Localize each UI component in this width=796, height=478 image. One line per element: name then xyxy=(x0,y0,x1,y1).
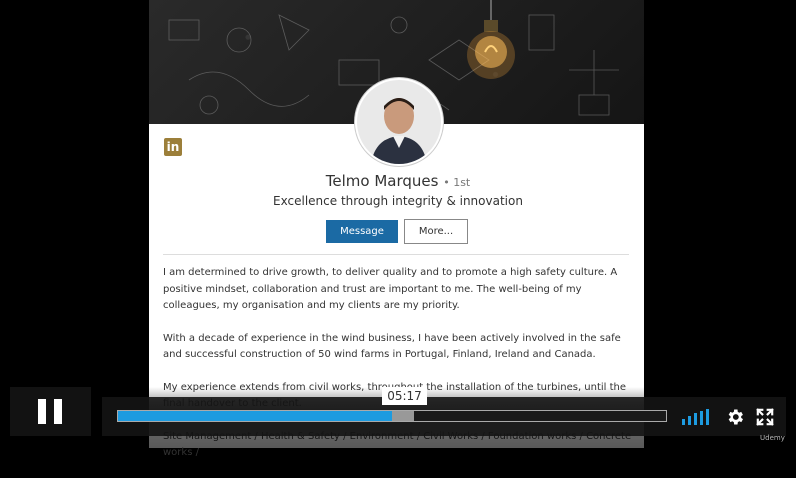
buffered-range xyxy=(392,411,414,421)
avatar xyxy=(355,78,443,166)
lightbulb-icon xyxy=(467,0,515,79)
time-tooltip: 05:17 xyxy=(382,387,427,405)
linkedin-logo: in xyxy=(164,138,182,156)
profile-name: Telmo Marques xyxy=(325,172,439,190)
connection-degree: • 1st xyxy=(443,176,471,189)
udemy-watermark: Udemy xyxy=(760,434,785,442)
volume-icon[interactable] xyxy=(682,409,712,425)
gear-icon[interactable] xyxy=(725,407,745,427)
divider xyxy=(163,254,629,255)
profile-headline: Excellence through integrity & innovatio… xyxy=(273,194,523,208)
progress-bar[interactable] xyxy=(117,410,667,422)
fullscreen-icon[interactable] xyxy=(756,408,774,426)
profile-name-line: Telmo Marques • 1st xyxy=(0,172,796,190)
summary-paragraph: I am determined to drive growth, to deli… xyxy=(163,267,618,311)
more-button[interactable]: More... xyxy=(404,219,468,244)
pause-icon[interactable] xyxy=(38,399,62,424)
summary-paragraph: With a decade of experience in the wind … xyxy=(163,332,621,361)
video-frame[interactable]: in Telmo Marques • 1st Excellence throug… xyxy=(0,0,796,458)
message-button[interactable]: Message xyxy=(326,220,398,243)
progress-fill xyxy=(118,411,392,421)
